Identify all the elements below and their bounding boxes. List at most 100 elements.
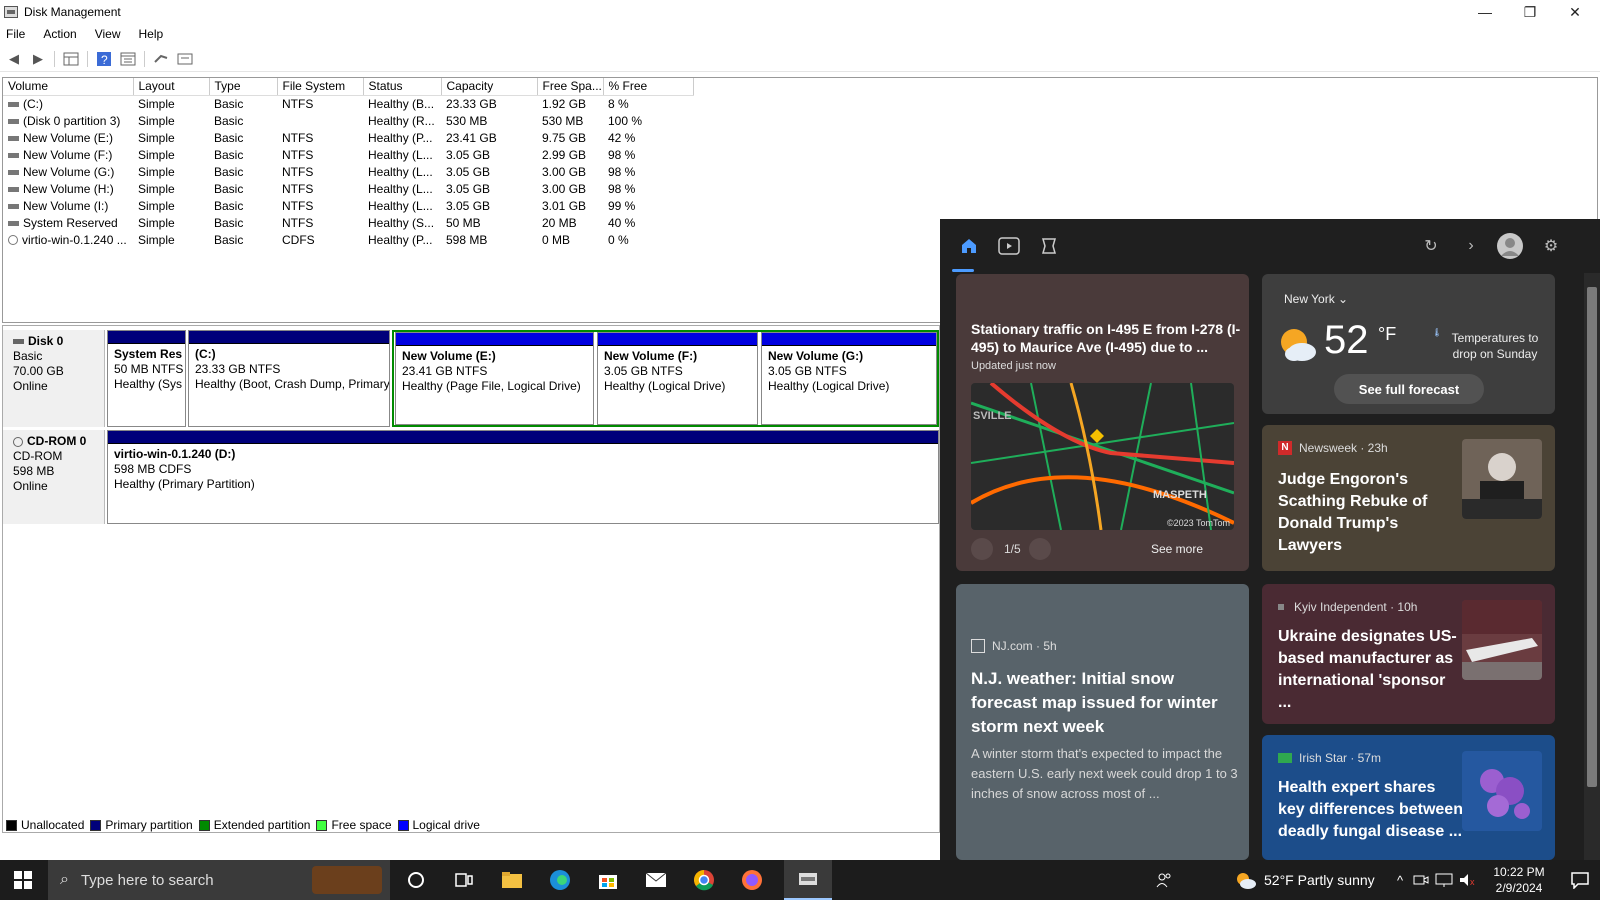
chevron-up-icon[interactable]: ^ [1390, 860, 1410, 900]
weather-card[interactable]: New York ⌄ 52 °F 🌡 Temperatures to drop … [1262, 274, 1555, 414]
help-icon[interactable]: ? [94, 50, 114, 68]
partition-f[interactable]: New Volume (F:) 3.05 GB NTFS Healthy (Logi… [597, 332, 758, 425]
column-percent-free[interactable]: % Free [603, 78, 694, 96]
table-row[interactable]: System Reserved Simple Basic NTFS Health… [3, 214, 693, 231]
start-button[interactable] [0, 860, 46, 900]
table-row[interactable]: New Volume (G:) Simple Basic NTFS Health… [3, 163, 693, 180]
chevron-right-icon[interactable]: › [1460, 235, 1482, 257]
legend-label: Extended partition [213, 818, 311, 832]
menu-file[interactable]: File [6, 27, 25, 41]
disk-name: CD-ROM 0 [27, 434, 87, 448]
rescan-disks-icon[interactable] [151, 50, 171, 68]
avatar[interactable] [1497, 233, 1523, 259]
table-row[interactable]: New Volume (E:) Simple Basic NTFS Health… [3, 129, 693, 146]
partition-bar [396, 333, 593, 346]
firefox-icon[interactable] [730, 860, 774, 900]
partition-bar [108, 331, 185, 344]
table-row[interactable]: New Volume (F:) Simple Basic NTFS Health… [3, 146, 693, 163]
traffic-map[interactable]: SVILLE MASPETH ©2023 TomTom [971, 383, 1234, 530]
partition-e[interactable]: New Volume (E:) 23.41 GB NTFS Healthy (Pag… [395, 332, 594, 425]
cell-capacity: 23.33 GB [446, 96, 497, 111]
prev-slide-button[interactable] [971, 538, 993, 560]
store-icon[interactable] [586, 860, 630, 900]
disk-0-label[interactable]: Disk 0 Basic 70.00 GB Online [3, 330, 105, 427]
column-free-space[interactable]: Free Spa... [537, 78, 604, 96]
clock[interactable]: 10:22 PM 2/9/2024 [1484, 860, 1554, 900]
partition-size: 3.05 GB NTFS [768, 364, 847, 378]
table-row[interactable]: New Volume (H:) Simple Basic NTFS Health… [3, 180, 693, 197]
properties-icon[interactable] [118, 50, 138, 68]
disk-management-icon [4, 6, 18, 18]
see-more-link[interactable]: See more [1151, 542, 1203, 556]
news-card-njcom[interactable]: NJ.com · 5h N.J. weather: Initial snow f… [956, 584, 1249, 860]
partition-d[interactable]: virtio-win-0.1.240 (D:) 598 MB CDFS Health… [107, 430, 939, 524]
edge-icon[interactable] [538, 860, 582, 900]
widgets-scrollbar[interactable] [1584, 273, 1600, 860]
table-row[interactable]: (Disk 0 partition 3) Simple Basic Health… [3, 112, 693, 129]
scrollbar-thumb[interactable] [1587, 287, 1597, 787]
settings-icon[interactable] [175, 50, 195, 68]
table-row[interactable]: virtio-win-0.1.240 ... Simple Basic CDFS… [3, 231, 693, 248]
partition-c[interactable]: (C:) 23.33 GB NTFS Healthy (Boot, Crash Du… [188, 330, 390, 427]
cd-icon [8, 235, 18, 246]
disk-size: 70.00 GB [13, 364, 64, 378]
cell-type: Basic [214, 147, 244, 162]
network-icon[interactable] [1432, 860, 1456, 900]
menu-help[interactable]: Help [139, 27, 164, 41]
traffic-card[interactable]: Stationary traffic on I-495 E from I-278… [956, 274, 1249, 571]
file-explorer-icon[interactable] [490, 860, 534, 900]
volume-icon [8, 118, 19, 124]
partition-system-reserved[interactable]: System Res 50 MB NTFS Healthy (Sys [107, 330, 186, 427]
home-icon[interactable] [958, 235, 980, 257]
column-status[interactable]: Status [363, 78, 442, 96]
minimize-button[interactable]: — [1462, 0, 1508, 24]
extended-partition[interactable]: New Volume (E:) 23.41 GB NTFS Healthy (Pag… [392, 330, 939, 427]
mail-icon[interactable] [634, 860, 678, 900]
news-card-newsweek[interactable]: N Newsweek · 23h Judge Engoron's Scathing… [1262, 425, 1555, 571]
back-arrow-icon[interactable]: ◀ [4, 50, 24, 68]
disk-management-taskbar-icon[interactable] [784, 860, 832, 900]
traffic-updated: Updated just now [971, 360, 1056, 372]
map-credit: ©2023 TomTom [1167, 518, 1230, 528]
column-type[interactable]: Type [209, 78, 278, 96]
news-card-irishstar[interactable]: Irish Star · 57m Health expert shares ke… [1262, 735, 1555, 860]
cell-layout: Simple [138, 96, 175, 111]
games-icon[interactable] [1038, 235, 1060, 257]
search-placeholder: Type here to search [80, 871, 214, 889]
menu-action[interactable]: Action [43, 27, 76, 41]
refresh-icon[interactable]: ↻ [1420, 235, 1442, 257]
gear-icon[interactable]: ⚙ [1540, 235, 1562, 257]
show-hide-console-icon[interactable] [61, 50, 81, 68]
task-view-icon[interactable] [442, 860, 486, 900]
cortana-icon[interactable] [394, 860, 438, 900]
weather-location[interactable]: New York ⌄ [1284, 292, 1348, 306]
chrome-icon[interactable] [682, 860, 726, 900]
notifications-icon[interactable] [1560, 860, 1600, 900]
taskbar-weather[interactable]: 52°F Partly sunny [1234, 860, 1384, 900]
column-capacity[interactable]: Capacity [441, 78, 538, 96]
maximize-button[interactable]: ❐ [1507, 0, 1553, 24]
cell-free-space: 3.01 GB [542, 198, 587, 213]
column-file-system[interactable]: File System [277, 78, 364, 96]
widgets-top-bar: ↻ › ⚙ [940, 219, 1600, 273]
partition-g[interactable]: New Volume (G:) 3.05 GB NTFS Healthy (Logi… [761, 332, 937, 425]
close-button[interactable]: ✕ [1552, 0, 1598, 24]
menu-view[interactable]: View [95, 27, 121, 41]
full-forecast-button[interactable]: See full forecast [1334, 374, 1484, 404]
news-card-kyiv[interactable]: Kyiv Independent · 10h Ukraine designate… [1262, 584, 1555, 724]
table-row[interactable]: New Volume (I:) Simple Basic NTFS Health… [3, 197, 693, 214]
volume-muted-icon[interactable]: x [1456, 860, 1480, 900]
column-volume[interactable]: Volume [3, 78, 134, 96]
people-icon[interactable] [1150, 860, 1178, 900]
table-row[interactable]: (C:) Simple Basic NTFS Healthy (B... 23.… [3, 95, 693, 112]
video-icon[interactable] [998, 235, 1020, 257]
meet-now-icon[interactable] [1410, 860, 1432, 900]
cdrom-0-label[interactable]: CD-ROM 0 CD-ROM 598 MB Online [3, 430, 105, 524]
legend-label: Primary partition [105, 818, 193, 832]
news-headline: Ukraine designates US-based manufacturer… [1278, 628, 1457, 711]
disk-type: CD-ROM [13, 449, 63, 463]
next-slide-button[interactable] [1029, 538, 1051, 560]
taskbar-search-box[interactable]: ⌕ Type here to search [48, 860, 390, 900]
column-layout[interactable]: Layout [133, 78, 210, 96]
forward-arrow-icon[interactable]: ▶ [28, 50, 48, 68]
